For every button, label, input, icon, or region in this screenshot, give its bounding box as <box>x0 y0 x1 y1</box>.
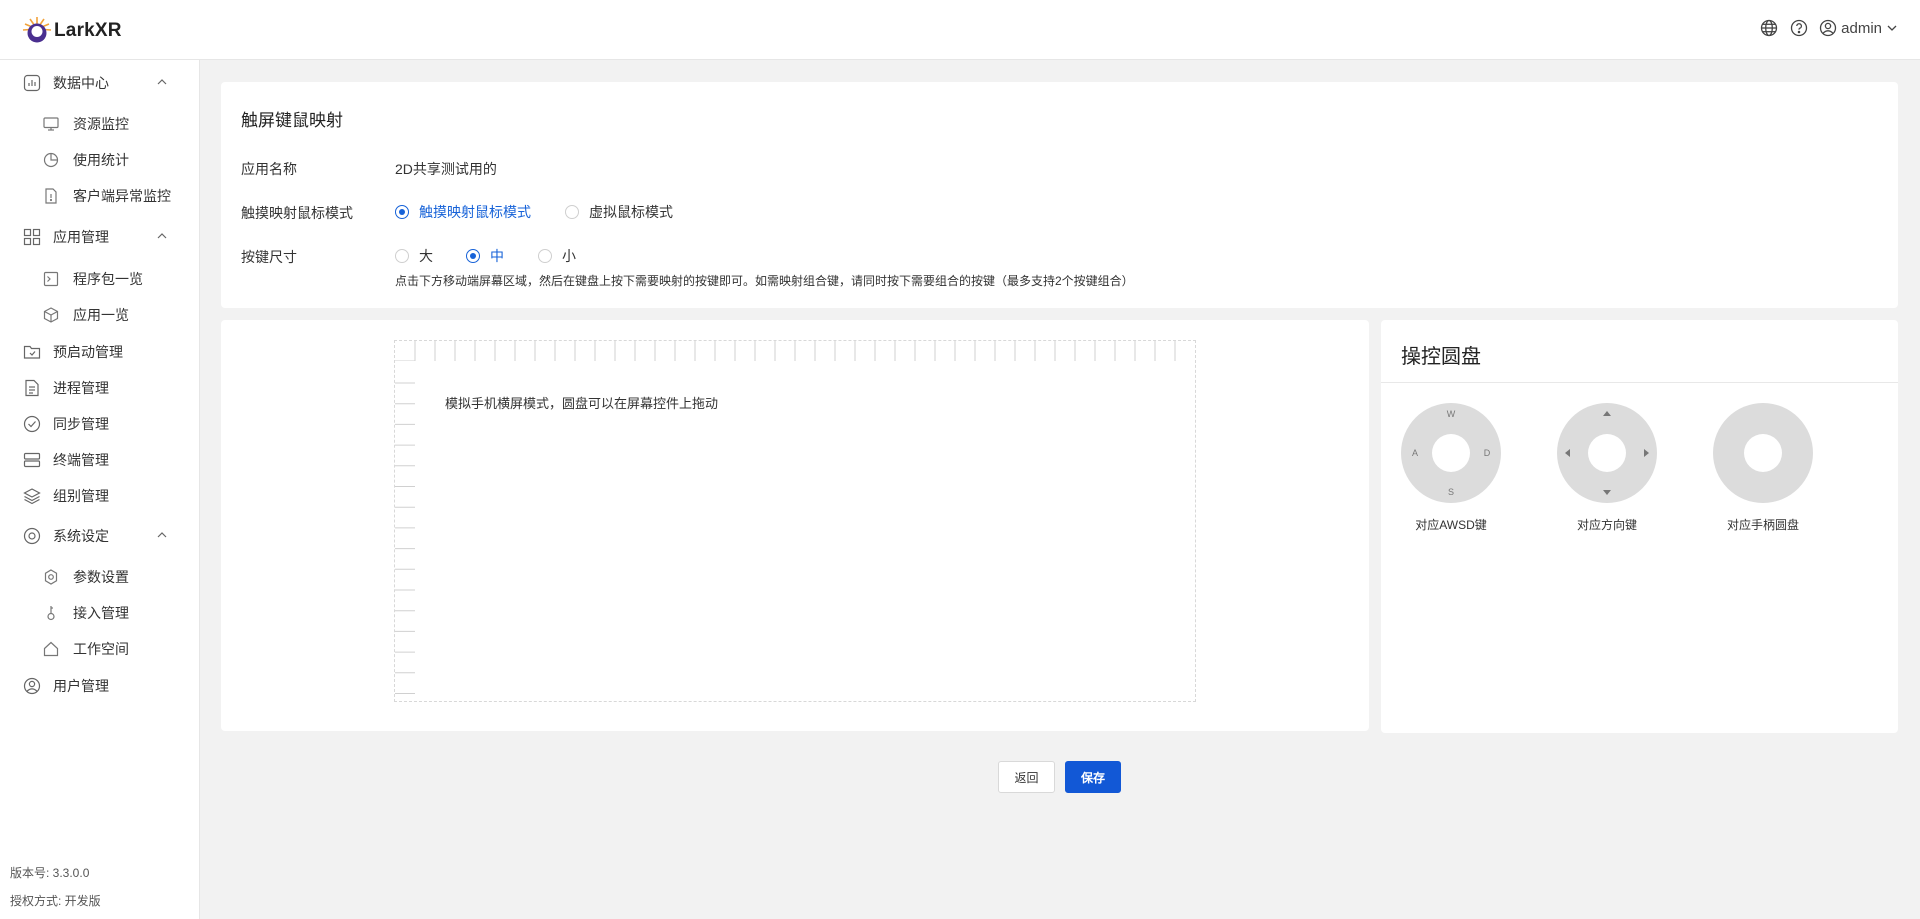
sidebar-item-sync-management[interactable]: 同步管理 <box>0 409 200 439</box>
cube-icon <box>43 307 59 323</box>
header-actions: admin <box>1759 18 1898 38</box>
pad-panel-divider <box>1381 382 1898 383</box>
sidebar-item-app-list[interactable]: 应用一览 <box>0 300 200 330</box>
arrow-pad-label: 对应方向键 <box>1576 518 1637 532</box>
sidebar: 数据中心 资源监控 使用统计 客户端异常监控 应用管理 程序包一览 应用一览 预… <box>0 60 200 919</box>
pie-chart-icon <box>43 152 59 168</box>
wasd-pad[interactable]: W A S D <box>1401 403 1501 503</box>
chevron-up-icon <box>157 79 167 85</box>
ruler-left <box>395 382 415 694</box>
key-size-label: 按键尺寸 <box>241 249 297 265</box>
ruler-top <box>395 341 1176 361</box>
sidebar-item-prestart-management[interactable]: 预启动管理 <box>0 337 200 367</box>
chevron-up-icon <box>157 532 167 538</box>
sidebar-item-workspace[interactable]: 工作空间 <box>0 634 200 664</box>
sidebar-item-usage-stats[interactable]: 使用统计 <box>0 145 200 175</box>
phone-screen-card: 模拟手机横屏模式，圆盘可以在屏幕控件上拖动 <box>221 320 1369 731</box>
control-pad-card: 操控圆盘 W A S D 对应AWSD键 对应方向键 对应手柄圆盘 <box>1381 320 1898 733</box>
sidebar-item-process-management[interactable]: 进程管理 <box>0 373 200 403</box>
sidebar-item-package-list[interactable]: 程序包一览 <box>0 264 200 294</box>
mouse-mode-label: 触摸映射鼠标模式 <box>241 205 353 221</box>
user-menu[interactable]: admin <box>1819 19 1898 37</box>
page-title: 触屏键鼠映射 <box>241 111 343 130</box>
document-icon <box>25 379 39 397</box>
user-avatar-icon <box>1819 19 1837 37</box>
gear-icon <box>44 569 58 585</box>
joystick-pad-label: 对应手柄圆盘 <box>1726 518 1799 532</box>
top-header: LarkXR admin <box>0 0 1920 60</box>
mapping-form-card: 触屏键鼠映射 应用名称 2D共享测试用的 触摸映射鼠标模式 触摸映射鼠标模式 虚… <box>221 82 1898 308</box>
save-button[interactable]: 保存 <box>1065 761 1121 793</box>
settings-ring-icon <box>23 527 41 545</box>
user-name: admin <box>1841 19 1882 37</box>
phone-screen-area[interactable]: 模拟手机横屏模式，圆盘可以在屏幕控件上拖动 <box>394 340 1196 702</box>
sidebar-item-group-management[interactable]: 组别管理 <box>0 481 200 511</box>
bar-chart-icon <box>23 74 41 92</box>
sidebar-item-terminal-management[interactable]: 终端管理 <box>0 445 200 475</box>
pad-panel-title: 操控圆盘 <box>1401 346 1481 368</box>
apps-grid-icon <box>23 228 41 246</box>
sidebar-group-app-management[interactable]: 应用管理 <box>0 222 200 252</box>
wasd-letter-s: S <box>1448 487 1454 497</box>
monitor-icon <box>43 117 59 131</box>
wasd-letter-d: D <box>1484 448 1491 458</box>
key-icon <box>47 606 55 621</box>
sidebar-item-user-management[interactable]: 用户管理 <box>0 671 200 701</box>
version-text: 版本号: 3.3.0.0 <box>10 866 90 880</box>
file-alert-icon <box>45 188 57 204</box>
logo[interactable]: LarkXR <box>22 16 122 46</box>
home-icon <box>43 641 59 657</box>
back-button[interactable]: 返回 <box>998 761 1055 793</box>
sidebar-item-access-management[interactable]: 接入管理 <box>0 598 200 628</box>
radio-key-size-small[interactable]: 小 <box>538 246 576 266</box>
radio-touch-mapping-mouse[interactable]: 触摸映射鼠标模式 <box>395 202 531 222</box>
language-globe-icon[interactable] <box>1759 18 1779 38</box>
app-name-value: 2D共享测试用的 <box>395 161 497 177</box>
arrow-key-pad[interactable] <box>1557 403 1657 503</box>
app-name-label: 应用名称 <box>241 161 297 177</box>
server-icon <box>23 452 41 468</box>
mapping-hint: 点击下方移动端屏幕区域，然后在键盘上按下需要映射的按键即可。如需映射组合键，请同… <box>395 274 1134 288</box>
folder-icon <box>23 345 41 359</box>
chevron-up-icon <box>157 233 167 239</box>
screen-hint-text: 模拟手机横屏模式，圆盘可以在屏幕控件上拖动 <box>445 396 719 411</box>
sidebar-item-resource-monitor[interactable]: 资源监控 <box>0 109 200 139</box>
chevron-down-icon <box>1887 25 1897 31</box>
gamepad-joystick-pad[interactable] <box>1713 403 1813 503</box>
sidebar-group-data-center[interactable]: 数据中心 <box>0 68 200 98</box>
wasd-letter-a: A <box>1412 448 1418 458</box>
sidebar-item-client-exception-monitor[interactable]: 客户端异常监控 <box>0 181 200 211</box>
layers-icon <box>23 488 41 505</box>
wasd-letter-w: W <box>1447 409 1456 419</box>
help-icon[interactable] <box>1789 18 1809 38</box>
logo-mark-icon <box>22 17 52 43</box>
package-icon <box>43 271 59 287</box>
radio-key-size-large[interactable]: 大 <box>395 246 433 266</box>
check-circle-icon <box>23 415 41 433</box>
wasd-pad-label: 对应AWSD键 <box>1415 518 1487 532</box>
sidebar-group-system-settings[interactable]: 系统设定 <box>0 521 200 551</box>
user-circle-icon <box>23 677 41 695</box>
radio-key-size-medium[interactable]: 中 <box>466 246 504 266</box>
logo-text: LarkXR <box>54 20 122 41</box>
radio-virtual-mouse[interactable]: 虚拟鼠标模式 <box>565 202 673 222</box>
sidebar-item-parameter-settings[interactable]: 参数设置 <box>0 562 200 592</box>
license-text: 授权方式: 开发版 <box>10 894 101 908</box>
